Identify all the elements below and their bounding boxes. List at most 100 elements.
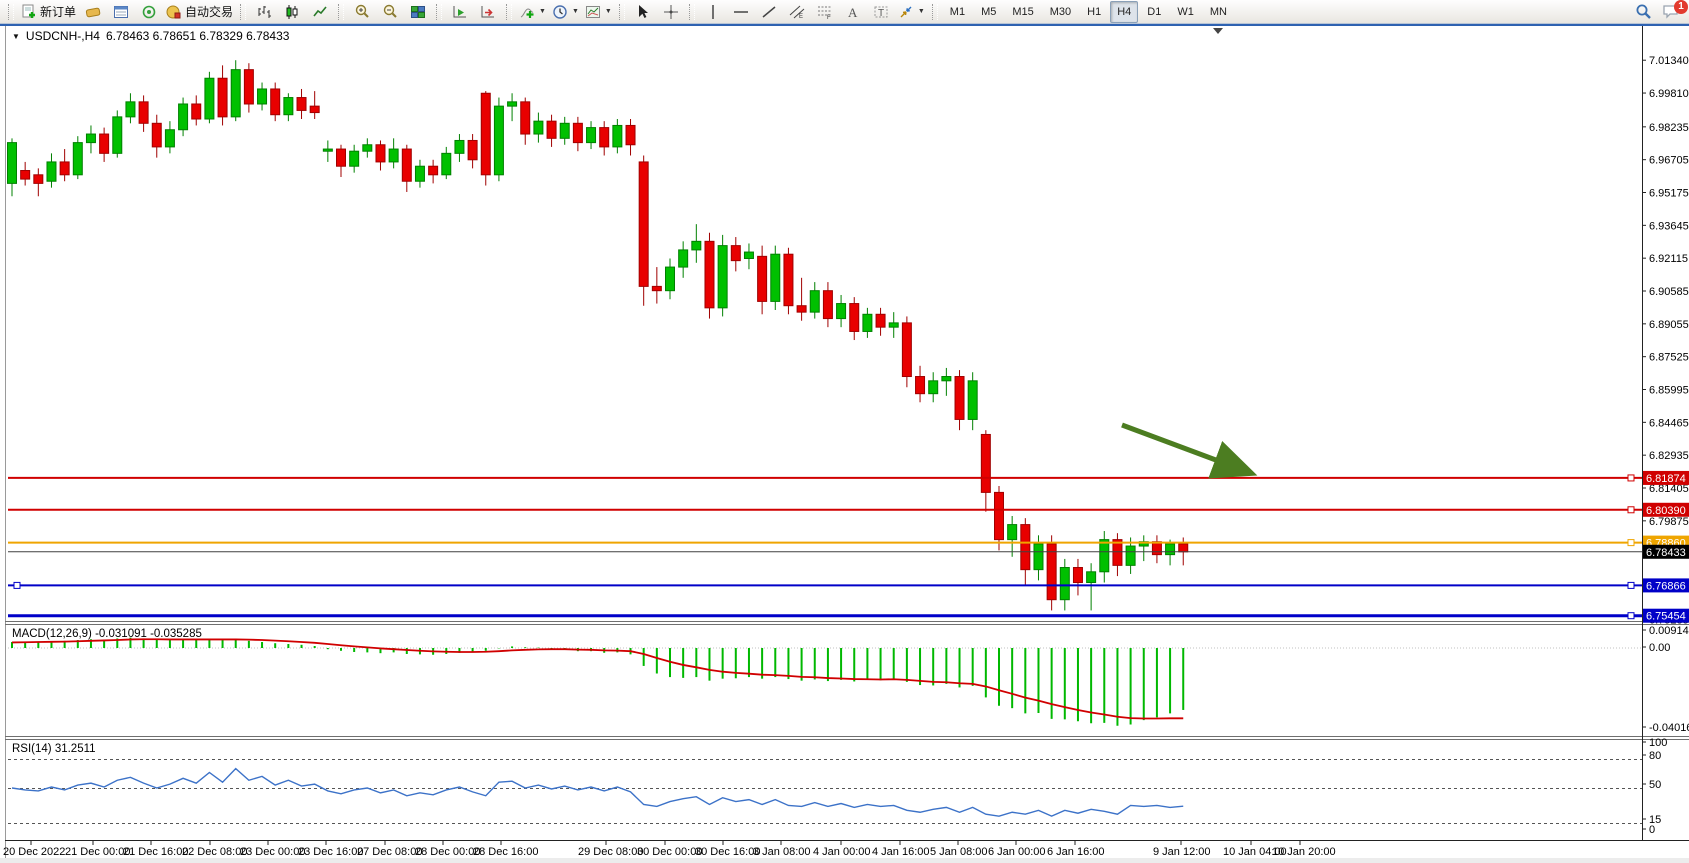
toolbar-grip — [240, 4, 246, 20]
line-handle — [1628, 582, 1634, 588]
toolbar-grip — [338, 4, 344, 20]
fibonacci-tool-button[interactable]: F — [811, 1, 839, 23]
crosshair-icon — [663, 4, 679, 20]
price-axis-label: 6.95175 — [1649, 188, 1689, 200]
chart-profile-button[interactable] — [79, 1, 107, 23]
toolbar-grip — [436, 4, 442, 20]
cursor-tool-button[interactable] — [629, 1, 657, 23]
time-axis-label: 4 Jan 00:00 — [813, 846, 871, 858]
timeframe-button-MN[interactable]: MN — [1203, 1, 1234, 23]
periods-button[interactable]: ▼ — [549, 1, 582, 23]
new-order-icon — [21, 4, 37, 20]
timeframe-button-M1[interactable]: M1 — [943, 1, 972, 23]
timeframe-button-M5[interactable]: M5 — [974, 1, 1003, 23]
time-axis-label: 23 Dec 16:00 — [298, 846, 363, 858]
time-axis-label: 27 Dec 08:00 — [357, 846, 422, 858]
tile-windows-button[interactable] — [404, 1, 432, 23]
data-signal-button[interactable] — [135, 1, 163, 23]
candle-chart-mode-button[interactable] — [278, 1, 306, 23]
svg-text:6.78433: 6.78433 — [1646, 547, 1686, 559]
signal-icon — [141, 4, 157, 20]
text-icon: A — [845, 4, 861, 20]
price-axis-label: 6.98235 — [1649, 122, 1689, 134]
chevron-down-icon: ▼ — [572, 8, 579, 15]
time-axis-label: 10 Jan 20:00 — [1272, 846, 1336, 858]
price-axis-label: 6.89055 — [1649, 319, 1689, 331]
market-watch-icon — [113, 4, 129, 20]
zoom-in-button[interactable] — [348, 1, 376, 23]
terminal-window: 新订单 自动交易 — [0, 0, 1689, 863]
time-axis-label: 28 Dec 00:00 — [415, 846, 480, 858]
timeframe-button-M15[interactable]: M15 — [1005, 1, 1040, 23]
chart-title: ▼ USDCNH-,H4 6.78463 6.78651 6.78329 6.7… — [12, 29, 289, 43]
time-axis-label: 30 Dec 00:00 — [637, 846, 702, 858]
time-axis-label: 29 Dec 08:00 — [578, 846, 643, 858]
crosshair-tool-button[interactable] — [657, 1, 685, 23]
line-handle — [1628, 475, 1634, 481]
chart-canvas[interactable]: 7.013406.998106.982356.967056.951756.936… — [0, 0, 1689, 863]
trendline-tool-button[interactable] — [755, 1, 783, 23]
timeframe-toolbar: M1M5M15M30H1H4D1W1MN — [942, 1, 1235, 23]
text-label-tool-button[interactable]: T — [867, 1, 895, 23]
zoom-out-button[interactable] — [376, 1, 404, 23]
arrows-tool-button[interactable]: ▼ — [895, 1, 928, 23]
price-tag: 6.75454 — [1643, 609, 1689, 623]
macd-indicator-label: MACD(12,26,9) -0.031091 -0.035285 — [12, 628, 202, 640]
timeframe-button-H4[interactable]: H4 — [1110, 1, 1138, 23]
rsi-axis-label: 50 — [1649, 779, 1661, 791]
price-tag: 6.78433 — [1643, 545, 1689, 559]
line-handle — [1628, 507, 1634, 513]
svg-text:F: F — [827, 15, 831, 20]
price-axis-label: 6.92115 — [1649, 253, 1688, 265]
auto-scroll-icon — [452, 4, 468, 20]
auto-trading-button[interactable]: 自动交易 — [163, 1, 236, 23]
timeframe-button-H1[interactable]: H1 — [1080, 1, 1108, 23]
vertical-line-tool-button[interactable] — [699, 1, 727, 23]
time-axis-label: 3 Jan 08:00 — [753, 846, 811, 858]
horizontal-line-tool-button[interactable] — [727, 1, 755, 23]
line-chart-mode-button[interactable] — [306, 1, 334, 23]
time-axis-label: 21 Dec 00:00 — [65, 846, 130, 858]
chevron-down-icon: ▼ — [539, 8, 546, 15]
notifications-button[interactable]: 1 — [1657, 1, 1685, 23]
line-handle — [1628, 540, 1634, 546]
new-order-button[interactable]: 新订单 — [18, 1, 79, 23]
rsi-axis-label: 80 — [1649, 750, 1661, 762]
timeframe-button-D1[interactable]: D1 — [1140, 1, 1168, 23]
time-axis-label: 9 Jan 12:00 — [1153, 846, 1211, 858]
indicators-button[interactable]: ▼ — [516, 1, 549, 23]
templates-button[interactable]: ▼ — [582, 1, 615, 23]
cursor-icon — [635, 4, 651, 20]
time-axis-label: 6 Jan 00:00 — [988, 846, 1046, 858]
chevron-down-icon: ▼ — [605, 8, 612, 15]
chart-dropdown-icon[interactable]: ▼ — [12, 32, 20, 41]
chart-shift-button[interactable] — [474, 1, 502, 23]
svg-text:6.75454: 6.75454 — [1646, 611, 1686, 623]
zoom-out-icon — [382, 4, 398, 20]
trendline-icon — [761, 4, 777, 20]
price-axis-label: 6.79875 — [1649, 516, 1689, 528]
timeframe-button-M30[interactable]: M30 — [1043, 1, 1078, 23]
toolbar-grip — [8, 4, 14, 20]
line-chart-icon — [312, 4, 328, 20]
price-tag: 6.76866 — [1643, 578, 1689, 592]
market-watch-button[interactable] — [107, 1, 135, 23]
channel-tool-button[interactable]: E — [783, 1, 811, 23]
search-icon — [1635, 3, 1652, 20]
svg-text:6.80390: 6.80390 — [1646, 505, 1686, 517]
bar-chart-mode-button[interactable] — [250, 1, 278, 23]
time-axis-label: 30 Dec 16:00 — [695, 846, 760, 858]
time-axis-label: 23 Dec 00:00 — [240, 846, 305, 858]
text-tool-button[interactable]: A — [839, 1, 867, 23]
zoom-in-icon — [354, 4, 370, 20]
svg-text:T: T — [878, 8, 884, 19]
auto-trading-label: 自动交易 — [185, 3, 233, 20]
price-axis-label: 6.84465 — [1649, 417, 1689, 429]
rsi-axis-label: 0 — [1649, 824, 1655, 836]
svg-text:A: A — [848, 5, 858, 20]
window-top-strip — [0, 24, 1689, 26]
timeframe-button-W1[interactable]: W1 — [1170, 1, 1201, 23]
auto-scroll-button[interactable] — [446, 1, 474, 23]
search-button[interactable] — [1629, 1, 1657, 23]
window-bottom-edge — [0, 858, 1689, 863]
